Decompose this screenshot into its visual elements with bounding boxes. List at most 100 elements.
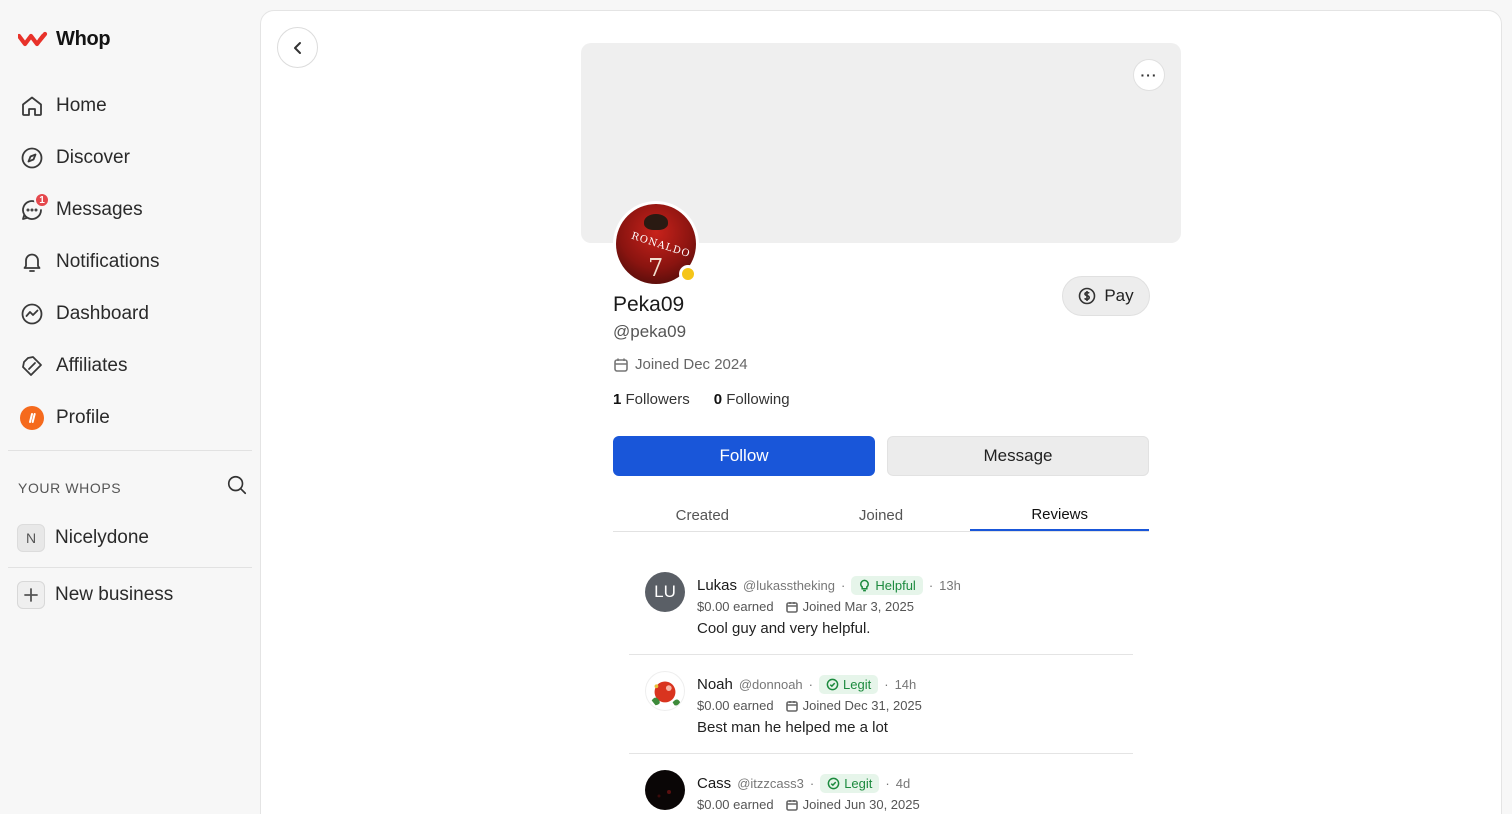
reviewer-avatar[interactable] [645, 770, 685, 810]
divider [8, 567, 252, 568]
chat-icon: 1 [20, 192, 50, 222]
reviewer-avatar[interactable] [645, 671, 685, 711]
reviewer-name[interactable]: Cass [697, 775, 731, 792]
pay-button[interactable]: Pay [1062, 276, 1150, 316]
divider [8, 450, 252, 451]
review-tag: Helpful [851, 576, 923, 595]
review-meta: $0.00 earned Joined Dec 31, 2025 [697, 698, 922, 713]
reviewer-joined: Joined Dec 31, 2025 [802, 698, 922, 713]
review-item: Noah @donnoah · Legit · 14h $0.00 earned… [629, 655, 1133, 754]
avatar-shirt-number: 7 [648, 254, 664, 282]
separator: · [809, 776, 815, 791]
calendar-icon [785, 799, 798, 811]
sidebar-item-profile[interactable]: Profile [8, 392, 252, 444]
sidebar-item-dashboard[interactable]: Dashboard [8, 288, 252, 340]
sidebar-item-label: Profile [56, 407, 110, 428]
reviewer-avatar[interactable]: LU [645, 572, 685, 612]
whop-name: Nicelydone [55, 527, 149, 548]
sidebar-item-affiliates[interactable]: Affiliates [8, 340, 252, 392]
reviewer-joined: Joined Mar 3, 2025 [802, 599, 914, 614]
main-panel: ··· RONALDO 7 Peka09 @peka09 Joined Dec … [260, 10, 1502, 814]
separator: · [808, 677, 814, 692]
review-header: Lukas @lukasstheking · Helpful · 13h [697, 576, 961, 595]
lightbulb-icon [860, 579, 870, 592]
reviewer-handle: @lukasstheking [743, 578, 835, 593]
whop-item-nicelydone[interactable]: N Nicelydone [17, 524, 149, 552]
pay-label: Pay [1104, 286, 1134, 305]
tab-reviews[interactable]: Reviews [970, 499, 1150, 531]
reviewer-earned: $0.00 earned [697, 797, 774, 812]
separator: · [928, 578, 934, 593]
sidebar-item-home[interactable]: Home [8, 80, 252, 132]
review-meta: $0.00 earned Joined Mar 3, 2025 [697, 599, 914, 614]
reviews-list: LU Lukas @lukasstheking · Helpful · 13h … [629, 556, 1133, 814]
compass-icon [20, 146, 44, 170]
joined-text: Joined Dec 2024 [635, 356, 748, 373]
more-options-button[interactable]: ··· [1133, 59, 1165, 91]
profile-handle: @peka09 [613, 322, 687, 341]
profile-tabs: Created Joined Reviews [613, 499, 1150, 532]
review-time: 14h [894, 677, 917, 692]
whop-logo[interactable]: Whop [18, 28, 111, 51]
separator: · [884, 677, 889, 692]
review-item: Cass @itzzcass3 · Legit · 4d $0.00 earne… [629, 754, 1133, 814]
review-time: 13h [939, 578, 961, 593]
separator: · [841, 578, 846, 593]
message-button[interactable]: Message [887, 436, 1149, 476]
new-business-label: New business [55, 584, 174, 605]
reviewer-handle: @donnoah [738, 677, 803, 692]
following-stat[interactable]: 0 Following [714, 391, 790, 408]
sidebar-item-discover[interactable]: Discover [8, 132, 252, 184]
sidebar-item-label: Messages [56, 199, 143, 220]
review-meta: $0.00 earned Joined Jun 30, 2025 [697, 797, 920, 812]
whop-logo-icon [18, 31, 48, 46]
review-text: Cool guy and very helpful. [697, 620, 871, 637]
review-header: Noah @donnoah · Legit · 14h [697, 675, 916, 694]
profile-name: Peka09 [613, 293, 685, 316]
followers-stat[interactable]: 1 Followers [613, 391, 690, 408]
tab-created[interactable]: Created [613, 499, 792, 531]
sidebar-nav: Home Discover 1 Messages Notifications D… [8, 80, 252, 444]
reviewer-handle: @itzzcass3 [737, 776, 804, 791]
reviewer-name[interactable]: Lukas [697, 577, 737, 594]
back-button[interactable] [277, 27, 318, 68]
reviewer-earned: $0.00 earned [697, 599, 774, 614]
reviewer-joined: Joined Jun 30, 2025 [802, 797, 920, 812]
chevron-left-icon [293, 41, 301, 54]
reviewer-name[interactable]: Noah [697, 676, 733, 693]
check-circle-icon [826, 678, 839, 691]
new-business-button[interactable]: New business [17, 581, 173, 609]
search-icon[interactable] [226, 474, 248, 501]
sidebar-item-label: Affiliates [56, 355, 128, 376]
sidebar-item-label: Home [56, 95, 107, 116]
profile-avatar: RONALDO 7 [613, 201, 699, 287]
review-header: Cass @itzzcass3 · Legit · 4d [697, 774, 910, 793]
plus-icon [17, 581, 45, 609]
home-icon [20, 94, 44, 118]
dollar-circle-icon [1079, 287, 1096, 305]
calendar-icon [614, 358, 628, 372]
sidebar-item-label: Notifications [56, 251, 160, 272]
app-name: Whop [56, 28, 111, 50]
sidebar: Whop Home Discover 1 Messages Notificati… [0, 0, 260, 814]
profile-joined: Joined Dec 2024 [613, 356, 748, 373]
sidebar-item-notifications[interactable]: Notifications [8, 236, 252, 288]
follow-button[interactable]: Follow [613, 436, 875, 476]
sidebar-item-label: Dashboard [56, 303, 149, 324]
check-circle-icon [827, 777, 840, 790]
sidebar-item-label: Discover [56, 147, 130, 168]
review-tag: Legit [820, 774, 880, 793]
review-tag: Legit [819, 675, 879, 694]
review-time: 4d [895, 776, 911, 791]
status-indicator [679, 265, 697, 283]
sidebar-item-messages[interactable]: 1 Messages [8, 184, 252, 236]
tab-joined[interactable]: Joined [792, 499, 971, 531]
chart-icon [20, 302, 44, 326]
profile-avatar-icon [20, 406, 44, 430]
follow-stats: 1 Followers 0 Following [613, 391, 790, 408]
affiliate-icon [20, 354, 44, 378]
messages-badge: 1 [34, 192, 50, 208]
review-item: LU Lukas @lukasstheking · Helpful · 13h … [629, 556, 1133, 655]
whop-letter-avatar: N [17, 524, 45, 552]
calendar-icon [785, 700, 798, 712]
